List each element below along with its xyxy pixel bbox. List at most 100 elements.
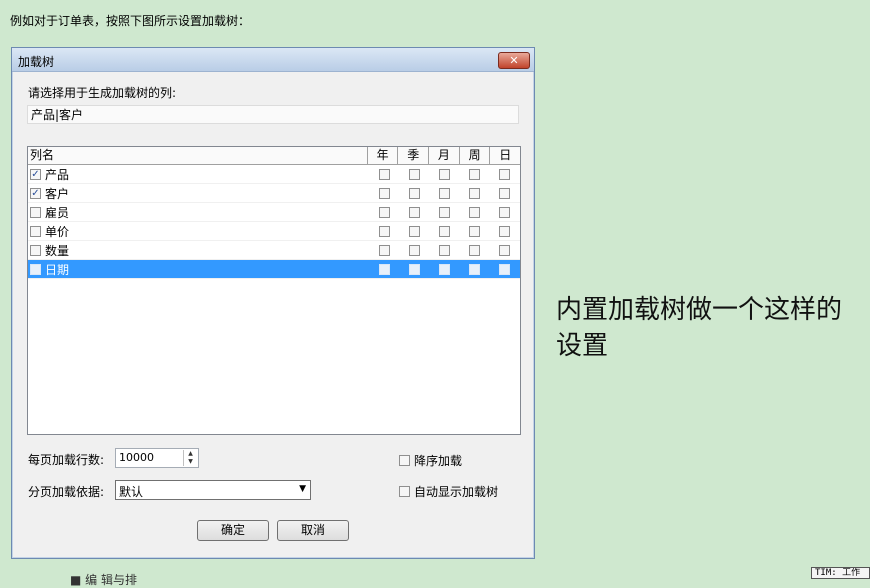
table-row[interactable]: ✓ 产品	[28, 165, 520, 184]
header-quarter[interactable]: 季	[398, 147, 430, 164]
dialog-title: 加载树	[18, 55, 55, 69]
cell-year	[369, 263, 399, 275]
quarter-checkbox[interactable]	[408, 206, 420, 218]
week-checkbox[interactable]	[468, 187, 480, 199]
columns-grid: 列名 年 季 月 周 日 ✓ 产品 ✓ 客户雇员单价数量日期	[27, 146, 521, 435]
cell-year	[369, 225, 399, 237]
cell-day	[489, 168, 519, 180]
month-checkbox[interactable]	[438, 244, 450, 256]
week-checkbox[interactable]	[468, 225, 480, 237]
cell-quarter	[399, 187, 429, 199]
row-name-label: 数量	[45, 243, 70, 258]
header-month[interactable]: 月	[429, 147, 460, 164]
cell-month	[429, 206, 459, 218]
cell-day	[489, 206, 519, 218]
cell-quarter	[399, 263, 429, 275]
week-checkbox[interactable]	[468, 244, 480, 256]
month-checkbox[interactable]	[438, 168, 450, 180]
bottom-text-fragment: ■ 编 辑与排	[70, 573, 137, 587]
auto-show-checkbox[interactable]	[399, 486, 410, 497]
auto-show-label: 自动显示加载树	[414, 485, 499, 499]
month-checkbox[interactable]	[438, 225, 450, 237]
cell-day	[489, 225, 519, 237]
row-name-cell: ✓ 产品	[28, 166, 369, 183]
rows-per-page-stepper[interactable]: 10000 ▲ ▼	[115, 448, 199, 468]
month-checkbox[interactable]	[438, 263, 450, 275]
quarter-checkbox[interactable]	[408, 225, 420, 237]
descending-load-checkbox[interactable]	[399, 455, 410, 466]
day-checkbox[interactable]	[498, 187, 510, 199]
row-checkbox[interactable]	[30, 244, 41, 256]
quarter-checkbox[interactable]	[408, 168, 420, 180]
cell-day	[489, 244, 519, 256]
row-name-label: 产品	[45, 167, 70, 182]
year-checkbox[interactable]	[378, 225, 390, 237]
header-year[interactable]: 年	[368, 147, 399, 164]
page-basis-select[interactable]: 默认 ▼	[115, 480, 311, 500]
month-checkbox[interactable]	[438, 206, 450, 218]
row-checkbox[interactable]	[30, 206, 41, 218]
close-icon: ✕	[509, 54, 519, 67]
row-name-cell: 数量	[28, 242, 369, 259]
selected-columns-field[interactable]: 产品|客户	[27, 105, 519, 124]
descending-load-option[interactable]: 降序加载	[399, 452, 462, 469]
header-day[interactable]: 日	[490, 147, 520, 164]
table-row[interactable]: 日期	[28, 260, 520, 279]
month-checkbox[interactable]	[438, 187, 450, 199]
table-row[interactable]: 数量	[28, 241, 520, 260]
grid-rows: ✓ 产品 ✓ 客户雇员单价数量日期	[28, 165, 520, 279]
cell-year	[369, 187, 399, 199]
cell-quarter	[399, 244, 429, 256]
row-name-label: 客户	[45, 186, 70, 201]
header-week[interactable]: 周	[460, 147, 491, 164]
header-column-name[interactable]: 列名	[28, 147, 368, 164]
row-checkbox[interactable]: ✓	[30, 168, 41, 180]
rows-per-page-value[interactable]: 10000	[119, 451, 154, 464]
cell-month	[429, 225, 459, 237]
row-name-cell: ✓ 客户	[28, 185, 369, 202]
table-row[interactable]: 雇员	[28, 203, 520, 222]
quarter-checkbox[interactable]	[408, 187, 420, 199]
quarter-checkbox[interactable]	[408, 244, 420, 256]
table-row[interactable]: ✓ 客户	[28, 184, 520, 203]
week-checkbox[interactable]	[468, 263, 480, 275]
page-basis-label: 分页加载依据:	[28, 485, 105, 499]
stepper-arrows-icon[interactable]: ▲ ▼	[183, 450, 197, 466]
row-name-cell: 雇员	[28, 204, 369, 221]
cancel-button[interactable]: 取消	[277, 520, 349, 541]
row-checkbox[interactable]	[30, 225, 41, 237]
page-basis-value: 默认	[119, 485, 144, 499]
quarter-checkbox[interactable]	[408, 263, 420, 275]
year-checkbox[interactable]	[378, 187, 390, 199]
week-checkbox[interactable]	[468, 168, 480, 180]
year-checkbox[interactable]	[378, 263, 390, 275]
year-checkbox[interactable]	[378, 206, 390, 218]
grid-header: 列名 年 季 月 周 日	[28, 147, 520, 165]
row-checkbox[interactable]	[30, 263, 41, 275]
week-checkbox[interactable]	[468, 206, 480, 218]
load-tree-dialog: 加载树 ✕ 请选择用于生成加载树的列: 产品|客户 列名 年 季 月 周 日 ✓…	[11, 47, 535, 559]
day-checkbox[interactable]	[498, 244, 510, 256]
row-name-cell: 单价	[28, 223, 369, 240]
cell-week	[459, 206, 489, 218]
row-name-cell: 日期	[28, 261, 369, 278]
chevron-down-icon[interactable]: ▼	[299, 484, 306, 494]
day-checkbox[interactable]	[498, 263, 510, 275]
cell-week	[459, 187, 489, 199]
day-checkbox[interactable]	[498, 206, 510, 218]
cell-month	[429, 187, 459, 199]
ok-button[interactable]: 确定	[197, 520, 269, 541]
row-checkbox[interactable]: ✓	[30, 187, 41, 199]
year-checkbox[interactable]	[378, 168, 390, 180]
descending-load-label: 降序加载	[414, 454, 463, 468]
close-button[interactable]: ✕	[498, 52, 530, 69]
auto-show-option[interactable]: 自动显示加载树	[399, 483, 498, 500]
year-checkbox[interactable]	[378, 244, 390, 256]
cell-month	[429, 263, 459, 275]
table-row[interactable]: 单价	[28, 222, 520, 241]
cell-week	[459, 168, 489, 180]
day-checkbox[interactable]	[498, 225, 510, 237]
day-checkbox[interactable]	[498, 168, 510, 180]
cell-year	[369, 168, 399, 180]
choose-columns-label: 请选择用于生成加载树的列:	[28, 86, 177, 100]
